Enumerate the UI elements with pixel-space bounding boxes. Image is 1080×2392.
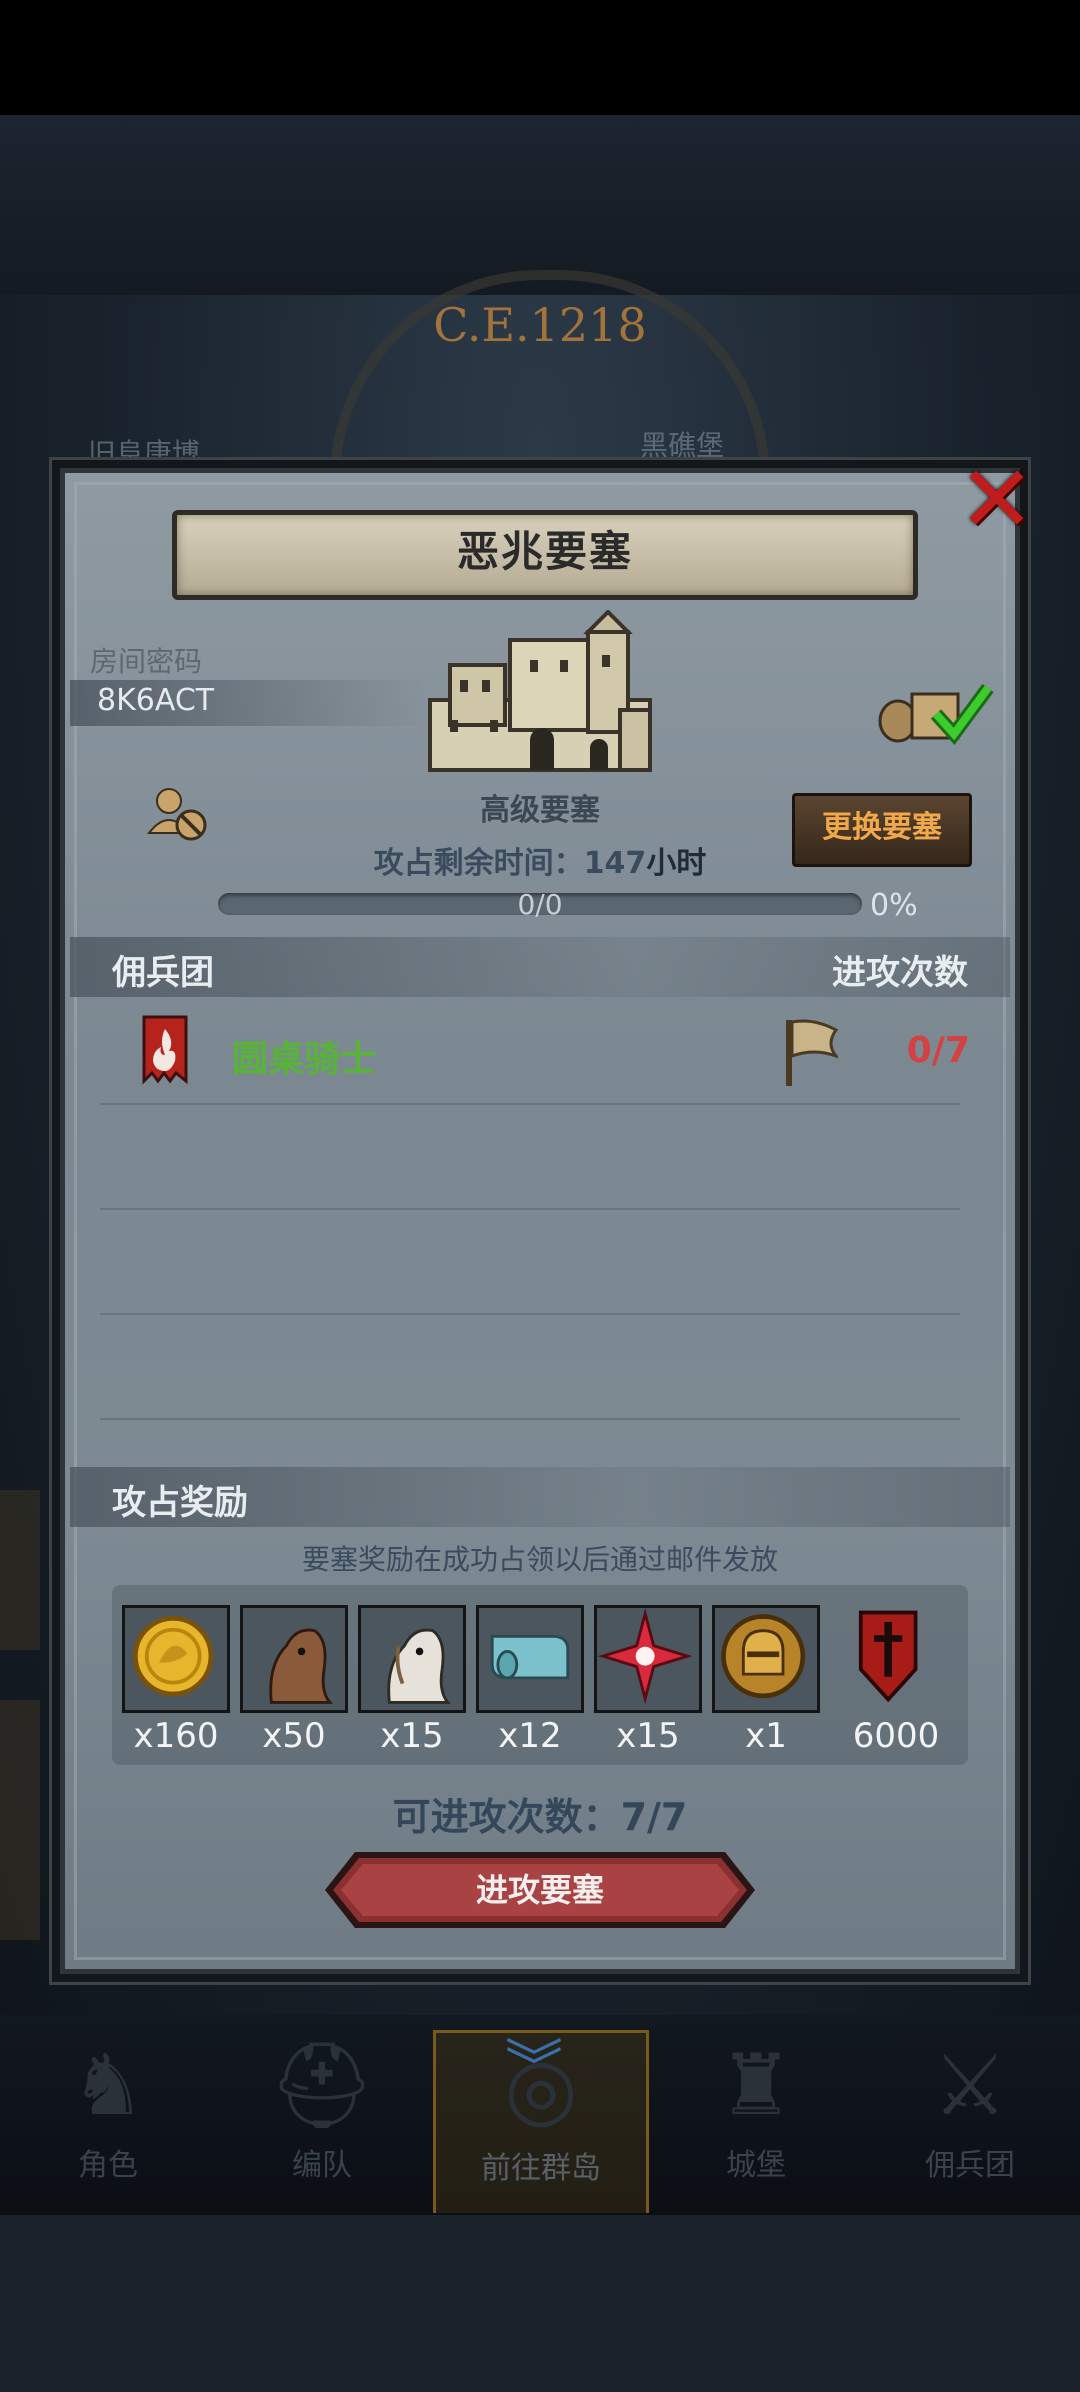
reward-quantity: x160	[133, 1716, 219, 1756]
row-divider	[100, 1208, 960, 1210]
row-divider	[100, 1103, 960, 1105]
mercenary-icon: ⚔	[932, 2036, 1008, 2134]
red-star-gem-icon	[597, 1608, 693, 1705]
progress-count: 0/0	[517, 888, 563, 921]
reward-quantity: x12	[498, 1716, 562, 1756]
reward-item[interactable]	[712, 1605, 820, 1713]
remaining-time: 攻占剩余时间：147小时	[373, 846, 707, 881]
reward-quantity: x50	[262, 1716, 326, 1756]
user-blocked-icon[interactable]	[145, 785, 215, 845]
reward-note: 要塞奖励在成功占领以后通过邮件发放	[301, 1543, 778, 1576]
supply-ready-icon[interactable]	[876, 676, 996, 746]
close-icon[interactable]: ✕	[958, 454, 1035, 546]
status-bar	[0, 0, 1080, 115]
sword-shield-icon	[858, 1610, 918, 1703]
castle-icon	[428, 610, 652, 772]
mercenary-attack-count: 0/7	[906, 1030, 970, 1071]
year-label: C.E.1218	[433, 298, 647, 352]
helmet-icon: ⛑	[268, 2036, 376, 2134]
nav-label: 角色	[78, 2148, 138, 2183]
knight-icon: ♞	[70, 2036, 146, 2134]
nav-label: 前往群岛	[481, 2151, 601, 2186]
nav-mercenary[interactable]: ⚔ 佣兵团	[870, 2030, 1070, 2210]
attack-count-header: 进攻次数	[832, 953, 968, 993]
reward-item[interactable]	[476, 1605, 584, 1713]
reward-item[interactable]	[358, 1605, 466, 1713]
reward-quantity: 6000	[852, 1716, 940, 1756]
background-band	[0, 115, 1080, 295]
fire-banner-icon	[142, 1015, 188, 1085]
cloth-roll-icon	[490, 1634, 570, 1680]
reward-quantity: x15	[616, 1716, 680, 1756]
knight-helmet-coin-icon	[721, 1614, 806, 1699]
reward-item[interactable]	[122, 1605, 230, 1713]
flag-icon	[786, 1019, 838, 1086]
nav-label: 佣兵团	[925, 2148, 1015, 2183]
castle-icon: ♜	[718, 2036, 794, 2134]
white-horse-icon	[387, 1628, 451, 1704]
reward-quantity: x15	[380, 1716, 444, 1756]
row-divider	[100, 1418, 960, 1420]
mercenary-name[interactable]: 圆桌骑士	[232, 1030, 376, 1082]
mercenary-section-title: 佣兵团	[112, 953, 214, 993]
brown-horse-icon	[269, 1628, 333, 1704]
map-label: 黑礁堡	[640, 429, 725, 462]
attack-button-label: 进攻要塞	[475, 1871, 604, 1909]
reward-quantity: x1	[745, 1716, 787, 1756]
nav-role[interactable]: ♞ 角色	[8, 2030, 208, 2210]
progress-percent: 0%	[870, 888, 918, 923]
bottom-background	[0, 2215, 1080, 2392]
reward-item[interactable]	[840, 1605, 948, 1713]
reward-item[interactable]	[594, 1605, 702, 1713]
attacks-remaining: 可进攻次数：7/7	[392, 1795, 688, 1839]
dialog-title: 恶兆要塞	[456, 527, 633, 576]
room-code: 8K6ACT	[97, 683, 215, 718]
chevron-down-icon: ︾	[505, 2033, 564, 2101]
reward-section-title: 攻占奖励	[112, 1483, 248, 1523]
nav-formation[interactable]: ⛑ 编队	[222, 2030, 422, 2210]
room-code-label: 房间密码	[90, 645, 203, 678]
gold-coin-icon	[133, 1616, 214, 1697]
nav-label: 编队	[292, 2148, 352, 2183]
row-divider	[100, 1313, 960, 1315]
nav-castle[interactable]: ♜ 城堡	[656, 2030, 856, 2210]
nav-label: 城堡	[726, 2148, 786, 2183]
reward-item[interactable]	[240, 1605, 348, 1713]
